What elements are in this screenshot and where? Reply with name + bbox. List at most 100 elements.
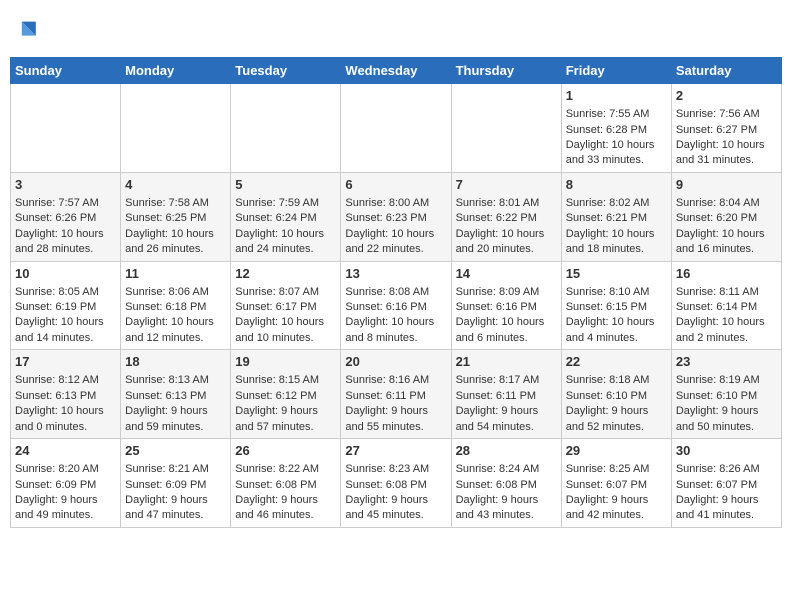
cell-content: 13Sunrise: 8:08 AM Sunset: 6:16 PM Dayli… [345,265,446,347]
calendar-cell: 28Sunrise: 8:24 AM Sunset: 6:08 PM Dayli… [451,439,561,528]
cell-content: 11Sunrise: 8:06 AM Sunset: 6:18 PM Dayli… [125,265,226,347]
calendar-cell: 7Sunrise: 8:01 AM Sunset: 6:22 PM Daylig… [451,172,561,261]
calendar-header-thursday: Thursday [451,58,561,84]
calendar-cell: 3Sunrise: 7:57 AM Sunset: 6:26 PM Daylig… [11,172,121,261]
calendar-cell: 29Sunrise: 8:25 AM Sunset: 6:07 PM Dayli… [561,439,671,528]
calendar-header-saturday: Saturday [671,58,781,84]
calendar-cell: 26Sunrise: 8:22 AM Sunset: 6:08 PM Dayli… [231,439,341,528]
cell-content: 9Sunrise: 8:04 AM Sunset: 6:20 PM Daylig… [676,176,777,258]
day-number: 8 [566,176,667,194]
cell-content: 6Sunrise: 8:00 AM Sunset: 6:23 PM Daylig… [345,176,446,258]
calendar-cell: 9Sunrise: 8:04 AM Sunset: 6:20 PM Daylig… [671,172,781,261]
day-number: 4 [125,176,226,194]
calendar-cell: 6Sunrise: 8:00 AM Sunset: 6:23 PM Daylig… [341,172,451,261]
calendar-row-0: 1Sunrise: 7:55 AM Sunset: 6:28 PM Daylig… [11,84,782,173]
cell-content: 26Sunrise: 8:22 AM Sunset: 6:08 PM Dayli… [235,442,336,524]
calendar-cell [231,84,341,173]
day-number: 23 [676,353,777,371]
calendar-cell: 12Sunrise: 8:07 AM Sunset: 6:17 PM Dayli… [231,261,341,350]
cell-content: 10Sunrise: 8:05 AM Sunset: 6:19 PM Dayli… [15,265,116,347]
header [10,10,782,49]
day-number: 13 [345,265,446,283]
day-number: 14 [456,265,557,283]
calendar-cell [11,84,121,173]
day-number: 30 [676,442,777,460]
day-number: 7 [456,176,557,194]
calendar-cell: 11Sunrise: 8:06 AM Sunset: 6:18 PM Dayli… [121,261,231,350]
calendar-cell [341,84,451,173]
cell-content: 16Sunrise: 8:11 AM Sunset: 6:14 PM Dayli… [676,265,777,347]
calendar-cell: 14Sunrise: 8:09 AM Sunset: 6:16 PM Dayli… [451,261,561,350]
cell-content: 30Sunrise: 8:26 AM Sunset: 6:07 PM Dayli… [676,442,777,524]
logo [10,16,40,49]
calendar-cell: 16Sunrise: 8:11 AM Sunset: 6:14 PM Dayli… [671,261,781,350]
day-number: 22 [566,353,667,371]
calendar-cell: 20Sunrise: 8:16 AM Sunset: 6:11 PM Dayli… [341,350,451,439]
day-number: 12 [235,265,336,283]
day-number: 15 [566,265,667,283]
cell-content: 17Sunrise: 8:12 AM Sunset: 6:13 PM Dayli… [15,353,116,435]
cell-content: 12Sunrise: 8:07 AM Sunset: 6:17 PM Dayli… [235,265,336,347]
calendar-header-wednesday: Wednesday [341,58,451,84]
calendar-cell: 19Sunrise: 8:15 AM Sunset: 6:12 PM Dayli… [231,350,341,439]
calendar-header-row: SundayMondayTuesdayWednesdayThursdayFrid… [11,58,782,84]
calendar-cell: 15Sunrise: 8:10 AM Sunset: 6:15 PM Dayli… [561,261,671,350]
day-number: 3 [15,176,116,194]
cell-content: 21Sunrise: 8:17 AM Sunset: 6:11 PM Dayli… [456,353,557,435]
calendar-cell: 23Sunrise: 8:19 AM Sunset: 6:10 PM Dayli… [671,350,781,439]
cell-content: 7Sunrise: 8:01 AM Sunset: 6:22 PM Daylig… [456,176,557,258]
calendar-row-2: 10Sunrise: 8:05 AM Sunset: 6:19 PM Dayli… [11,261,782,350]
cell-content: 25Sunrise: 8:21 AM Sunset: 6:09 PM Dayli… [125,442,226,524]
calendar-cell: 27Sunrise: 8:23 AM Sunset: 6:08 PM Dayli… [341,439,451,528]
cell-content: 29Sunrise: 8:25 AM Sunset: 6:07 PM Dayli… [566,442,667,524]
day-number: 20 [345,353,446,371]
cell-content: 24Sunrise: 8:20 AM Sunset: 6:09 PM Dayli… [15,442,116,524]
day-number: 10 [15,265,116,283]
cell-content: 4Sunrise: 7:58 AM Sunset: 6:25 PM Daylig… [125,176,226,258]
calendar-cell [451,84,561,173]
day-number: 28 [456,442,557,460]
calendar-cell [121,84,231,173]
day-number: 17 [15,353,116,371]
cell-content: 14Sunrise: 8:09 AM Sunset: 6:16 PM Dayli… [456,265,557,347]
day-number: 6 [345,176,446,194]
cell-content: 15Sunrise: 8:10 AM Sunset: 6:15 PM Dayli… [566,265,667,347]
day-number: 29 [566,442,667,460]
calendar-table: SundayMondayTuesdayWednesdayThursdayFrid… [10,57,782,528]
day-number: 5 [235,176,336,194]
day-number: 1 [566,87,667,105]
cell-content: 2Sunrise: 7:56 AM Sunset: 6:27 PM Daylig… [676,87,777,169]
calendar-header-friday: Friday [561,58,671,84]
calendar-cell: 2Sunrise: 7:56 AM Sunset: 6:27 PM Daylig… [671,84,781,173]
calendar-row-4: 24Sunrise: 8:20 AM Sunset: 6:09 PM Dayli… [11,439,782,528]
day-number: 9 [676,176,777,194]
day-number: 21 [456,353,557,371]
calendar-cell: 5Sunrise: 7:59 AM Sunset: 6:24 PM Daylig… [231,172,341,261]
day-number: 2 [676,87,777,105]
calendar-cell: 30Sunrise: 8:26 AM Sunset: 6:07 PM Dayli… [671,439,781,528]
calendar-cell: 17Sunrise: 8:12 AM Sunset: 6:13 PM Dayli… [11,350,121,439]
calendar-header-monday: Monday [121,58,231,84]
calendar-cell: 22Sunrise: 8:18 AM Sunset: 6:10 PM Dayli… [561,350,671,439]
calendar-cell: 1Sunrise: 7:55 AM Sunset: 6:28 PM Daylig… [561,84,671,173]
calendar-header-tuesday: Tuesday [231,58,341,84]
cell-content: 20Sunrise: 8:16 AM Sunset: 6:11 PM Dayli… [345,353,446,435]
cell-content: 8Sunrise: 8:02 AM Sunset: 6:21 PM Daylig… [566,176,667,258]
calendar-cell: 10Sunrise: 8:05 AM Sunset: 6:19 PM Dayli… [11,261,121,350]
cell-content: 27Sunrise: 8:23 AM Sunset: 6:08 PM Dayli… [345,442,446,524]
cell-content: 18Sunrise: 8:13 AM Sunset: 6:13 PM Dayli… [125,353,226,435]
calendar-row-1: 3Sunrise: 7:57 AM Sunset: 6:26 PM Daylig… [11,172,782,261]
cell-content: 22Sunrise: 8:18 AM Sunset: 6:10 PM Dayli… [566,353,667,435]
calendar-cell: 25Sunrise: 8:21 AM Sunset: 6:09 PM Dayli… [121,439,231,528]
day-number: 27 [345,442,446,460]
calendar-cell: 4Sunrise: 7:58 AM Sunset: 6:25 PM Daylig… [121,172,231,261]
day-number: 25 [125,442,226,460]
cell-content: 28Sunrise: 8:24 AM Sunset: 6:08 PM Dayli… [456,442,557,524]
cell-content: 3Sunrise: 7:57 AM Sunset: 6:26 PM Daylig… [15,176,116,258]
day-number: 11 [125,265,226,283]
calendar-row-3: 17Sunrise: 8:12 AM Sunset: 6:13 PM Dayli… [11,350,782,439]
calendar-cell: 21Sunrise: 8:17 AM Sunset: 6:11 PM Dayli… [451,350,561,439]
calendar-cell: 18Sunrise: 8:13 AM Sunset: 6:13 PM Dayli… [121,350,231,439]
calendar-cell: 8Sunrise: 8:02 AM Sunset: 6:21 PM Daylig… [561,172,671,261]
cell-content: 23Sunrise: 8:19 AM Sunset: 6:10 PM Dayli… [676,353,777,435]
